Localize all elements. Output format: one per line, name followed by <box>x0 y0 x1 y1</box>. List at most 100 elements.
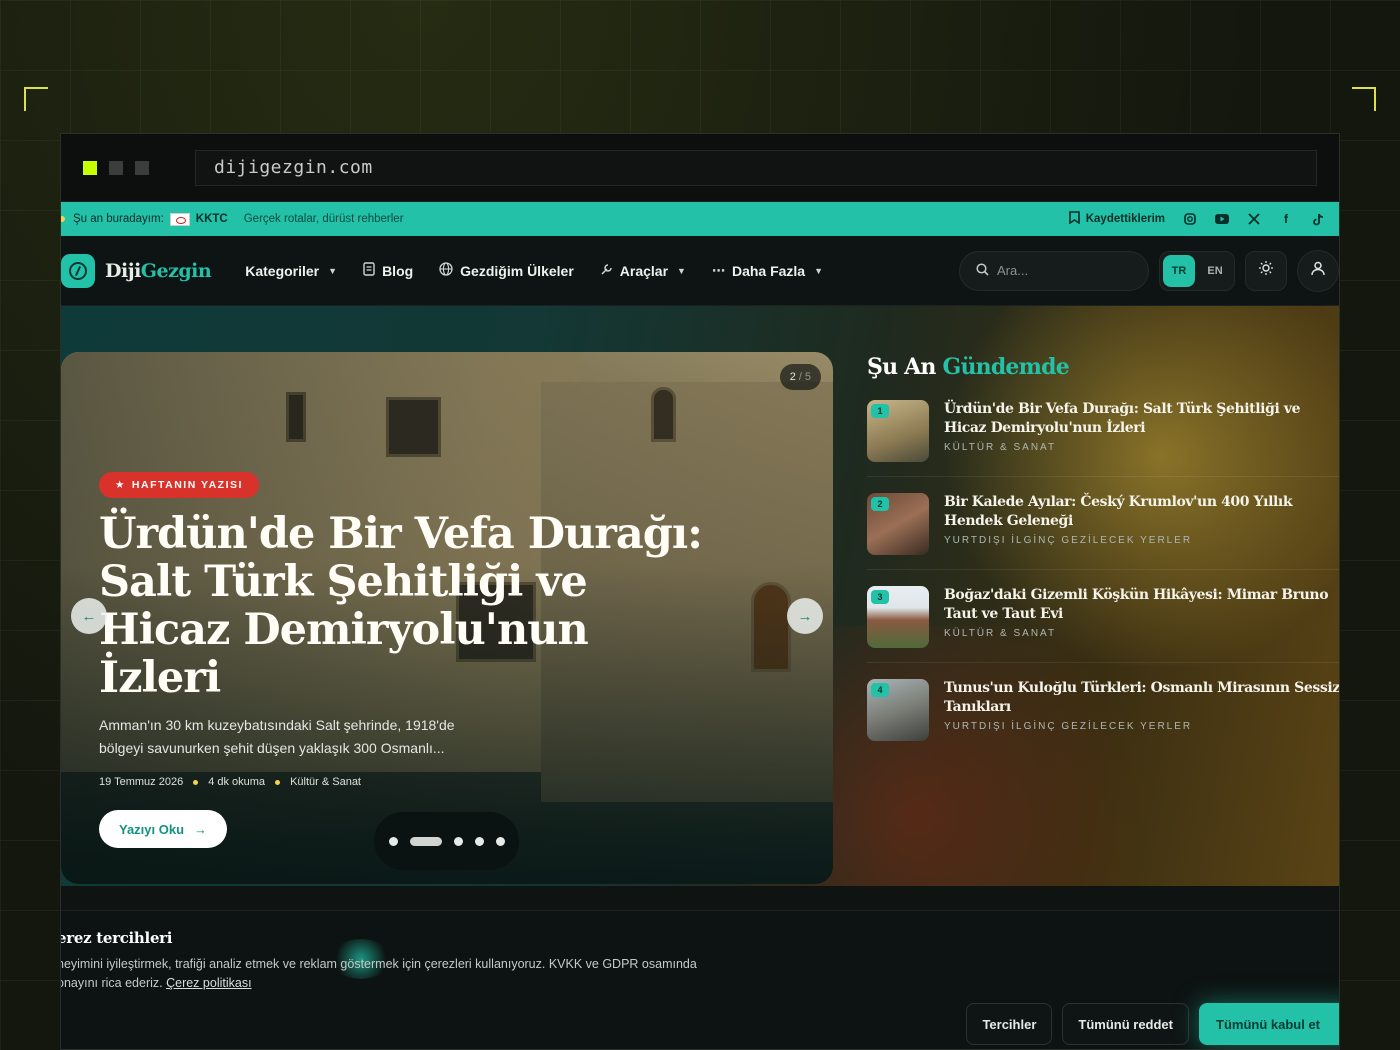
arrow-right-icon: → <box>797 607 813 625</box>
chevron-down-icon: ▼ <box>814 265 824 276</box>
live-dot <box>61 216 65 222</box>
slider-dot-4[interactable] <box>474 836 484 846</box>
browser-chrome: dijigezgin.com <box>61 134 1339 202</box>
trending-item[interactable]: 1 Ürdün'de Bir Vefa Durağı: Salt Türk Şe… <box>867 400 1339 477</box>
browser-window: dijigezgin.com Şu an buradayım: KKTC Ger… <box>60 133 1340 1050</box>
cookie-title: erez tercihleri <box>60 929 173 947</box>
compass-icon <box>61 253 95 288</box>
cookie-preferences-button[interactable]: Tercihler <box>966 1003 1053 1045</box>
meta-bullet <box>193 779 199 785</box>
window-dot-gray[interactable] <box>135 160 149 175</box>
facebook-icon[interactable]: f <box>1279 212 1293 226</box>
hero-meta: 19 Temmuz 2026 4 dk okuma Kültür & Sanat <box>99 776 361 788</box>
tiktok-icon[interactable] <box>1311 212 1325 226</box>
corner-mark-left <box>24 87 48 111</box>
corner-mark-right <box>1352 87 1376 111</box>
nav-menu: Kategoriler ▼ Blog Gezdiğim Ülkeler Araçl… <box>245 262 823 279</box>
window-dot-lime[interactable] <box>83 160 97 175</box>
trending-item[interactable]: 2 Bir Kalede Ayılar: Český Krumlov'un 40… <box>867 493 1339 570</box>
hero-section: 2/5 ★ HAFTANIN YAZISI Ürdün'de Bir Vefa … <box>61 306 1340 886</box>
hero-read-time: 4 dk okuma <box>208 776 266 788</box>
slider-dot-1[interactable] <box>388 836 398 846</box>
search-placeholder: Ara... <box>997 263 1029 278</box>
arrow-left-icon: ← <box>81 607 97 625</box>
star-icon: ★ <box>115 479 126 491</box>
tagline: Gerçek rotalar, dürüst rehberler <box>243 213 404 225</box>
location-value: KKTC <box>195 213 228 225</box>
address-bar[interactable]: dijigezgin.com <box>195 149 1317 186</box>
lang-en-button[interactable]: EN <box>1199 255 1231 287</box>
wrench-icon <box>600 263 613 279</box>
window-dot-gray[interactable] <box>109 160 123 175</box>
theme-toggle-button[interactable] <box>1245 250 1287 291</box>
trending-item-title: Bir Kalede Ayılar: Český Krumlov'un 400 … <box>944 494 1293 529</box>
search-icon <box>976 262 989 279</box>
nav-item-blog[interactable]: Blog <box>363 262 413 279</box>
cookie-text: neyimini iyileştirmek, trafiği analiz et… <box>60 957 697 990</box>
hero-title[interactable]: Ürdün'de Bir Vefa Durağı: Salt Türk Şehi… <box>99 510 719 702</box>
trending-item-category: YURTDIŞI İLGİNÇ GEZİLECEK YERLER <box>944 721 1193 732</box>
account-button[interactable] <box>1297 249 1339 292</box>
cookie-reject-button[interactable]: Tümünü reddet <box>1062 1003 1189 1045</box>
language-switcher: TR EN <box>1159 250 1235 291</box>
sun-icon <box>1258 260 1274 281</box>
nav-item-daha-fazla[interactable]: ⋯ Daha Fazla ▼ <box>712 263 823 279</box>
hero-description: Amman'ın 30 km kuzeybatısındaki Salt şeh… <box>99 717 455 756</box>
trending-thumbnail: 3 <box>867 586 929 648</box>
trending-item[interactable]: 3 Boğaz'daki Gizemli Köşkün Hikâyesi: Mi… <box>867 586 1339 663</box>
saved-link[interactable]: Kaydettiklerim <box>1068 211 1165 227</box>
top-info-bar: Şu an buradayım: KKTC Gerçek rotalar, dü… <box>61 202 1339 236</box>
slider-prev-button[interactable]: ← <box>71 598 107 634</box>
trending-thumbnail: 1 <box>867 400 929 462</box>
trending-item-title: Ürdün'de Bir Vefa Durağı: Salt Türk Şehi… <box>944 401 1301 436</box>
chevron-down-icon: ▼ <box>328 265 338 276</box>
kktc-flag-icon <box>169 212 190 226</box>
nav-item-gezdigim-ulkeler[interactable]: Gezdiğim Ülkeler <box>439 262 574 279</box>
slider-next-button[interactable]: → <box>787 598 823 634</box>
trending-title: Şu An Gündemde <box>867 354 1070 380</box>
read-article-button[interactable]: Yazıyı Oku → <box>99 810 228 848</box>
bookmark-icon <box>1068 211 1080 227</box>
cookie-policy-link[interactable]: Çerez politikası <box>166 976 251 990</box>
slider-dot-3[interactable] <box>453 836 463 846</box>
cookie-banner: erez tercihleri neyimini iyileştirmek, t… <box>60 910 1339 1049</box>
hero-category[interactable]: Kültür & Sanat <box>290 776 361 788</box>
logo-text: DijiGezgin <box>105 259 212 282</box>
search-input[interactable]: Ara... <box>959 250 1149 291</box>
arrow-right-icon: → <box>194 821 208 837</box>
slider-pagination <box>374 812 519 870</box>
trending-item-category: KÜLTÜR & SANAT <box>944 628 1057 639</box>
globe-icon <box>439 262 453 279</box>
slider-dot-5[interactable] <box>495 836 505 846</box>
document-icon <box>363 262 375 279</box>
trending-item[interactable]: 4 Tunus'un Kuloğlu Türkleri: Osmanlı Mir… <box>867 679 1340 756</box>
youtube-icon[interactable] <box>1215 212 1229 226</box>
slide-counter: 2/5 <box>779 364 821 390</box>
site-logo[interactable]: DijiGezgin <box>61 253 212 288</box>
nav-actions: Ara... TR EN <box>959 249 1339 292</box>
trending-panel: Şu An Gündemde 1 Ürdün'de Bir Vefa Durağ… <box>867 354 1340 772</box>
lang-tr-button[interactable]: TR <box>1163 254 1195 287</box>
featured-badge: ★ HAFTANIN YAZISI <box>99 472 259 498</box>
featured-slider: 2/5 ★ HAFTANIN YAZISI Ürdün'de Bir Vefa … <box>61 352 833 884</box>
nav-item-kategoriler[interactable]: Kategoriler ▼ <box>245 263 337 279</box>
nav-item-araclar[interactable]: Araçlar ▼ <box>600 263 686 279</box>
cookie-actions: Tercihler Tümünü reddet Tümünü kabul et <box>966 1003 1339 1045</box>
hero-date: 19 Temmuz 2026 <box>99 776 184 788</box>
cookie-accept-button[interactable]: Tümünü kabul et <box>1199 1003 1339 1045</box>
trending-item-category: YURTDIŞI İLGİNÇ GEZİLECEK YERLER <box>944 535 1193 546</box>
slider-dot-2-active[interactable] <box>409 836 442 846</box>
topbar-right: Kaydettiklerim f <box>1068 211 1325 227</box>
more-dots-icon: ⋯ <box>711 262 725 278</box>
trending-thumbnail: 2 <box>867 493 929 555</box>
trending-item-title: Tunus'un Kuloğlu Türkleri: Osmanlı Miras… <box>944 680 1340 715</box>
trending-item-category: KÜLTÜR & SANAT <box>944 442 1057 453</box>
meta-bullet <box>275 779 281 785</box>
user-icon <box>1310 260 1326 281</box>
trending-thumbnail: 4 <box>867 679 929 741</box>
location-label: Şu an buradayım: <box>73 213 164 225</box>
instagram-icon[interactable] <box>1183 212 1197 226</box>
saved-label: Kaydettiklerim <box>1085 213 1165 225</box>
chevron-down-icon: ▼ <box>677 265 686 276</box>
x-icon[interactable] <box>1247 212 1261 226</box>
